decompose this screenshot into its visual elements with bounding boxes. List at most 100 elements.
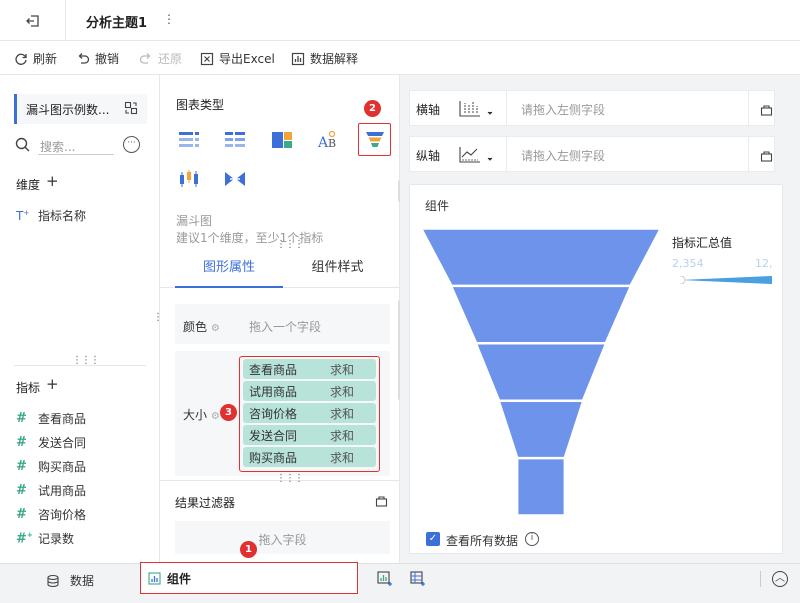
data-tab[interactable]: 数据 [46,572,94,589]
funnel-chart-icon[interactable] [362,127,388,153]
show-all-data-checkbox[interactable]: ✓ [426,532,440,546]
y-axis-placeholder: 请拖入左侧字段 [521,149,606,163]
y-axis-type-icon[interactable] [458,145,494,165]
dimension-title: 维度 [16,178,41,192]
tab-more-icon[interactable]: ⋮ [163,12,175,26]
funnel-segment[interactable] [475,343,607,401]
dimension-field[interactable]: T+ 指标名称 [16,207,86,224]
funnel-segment[interactable] [450,285,632,344]
measure-field[interactable]: # 发送合同 [16,434,86,451]
candlestick-chart-icon[interactable] [176,166,202,192]
component-tab-label: 组件 [167,572,192,586]
measure-title: 指标 [16,381,41,395]
crosstab-chart-icon[interactable] [176,127,202,153]
bottom-divider [760,571,761,587]
show-all-data-label[interactable]: 查看所有数据 [446,532,518,549]
measure-label: 查看商品 [38,412,87,426]
search-icon[interactable] [15,137,30,152]
add-measure-icon[interactable]: + [46,375,59,393]
size-field-list: 查看商品 求和 试用商品 求和 咨询价格 求和 发送合同 求和 购买商品 求和 [239,356,380,472]
measure-field[interactable]: #+ 记录数 [16,530,74,547]
pill-agg: 求和 [329,362,354,377]
dimension-field-label: 指标名称 [38,209,87,223]
step-badge-3: 3 [220,404,237,421]
pill-agg: 求和 [329,428,354,443]
switch-dataset-icon[interactable] [124,101,138,115]
exit-button[interactable] [0,0,66,41]
undo-button[interactable]: 撤销 [76,50,119,67]
y-axis-label: 纵轴 [416,149,441,163]
info-icon[interactable]: i [525,532,539,546]
measure-label: 购买商品 [38,460,87,474]
redo-icon [139,52,151,64]
redo-button[interactable]: 还原 [139,50,182,67]
filter-drop-zone[interactable]: 拖入字段 [175,521,390,554]
treemap-chart-icon[interactable] [269,127,295,153]
size-label: 大小 ⚙ [183,406,220,423]
pill-agg: 求和 [329,450,354,465]
result-filter-title: 结果过滤器 [175,496,236,510]
database-icon [47,574,59,587]
export-excel-button[interactable]: 导出Excel [200,50,275,67]
chart-type-title: 图表类型 [176,98,225,112]
chart-desc-title: 漏斗图 [176,214,213,228]
toolbar [0,41,800,75]
add-table-icon[interactable] [410,571,426,587]
measure-field[interactable]: # 查看商品 [16,410,86,427]
more-options-icon[interactable]: ··· [123,136,140,153]
funnel-segment[interactable] [420,228,662,287]
x-axis-lock-icon[interactable] [760,103,773,116]
record-count-icon: #+ [16,530,33,547]
size-settings-icon[interactable]: ⚙ [211,411,220,422]
measure-label: 发送合同 [38,436,87,450]
measure-icon: # [16,507,27,522]
collapse-up-icon[interactable]: ︿ [772,571,788,587]
data-explain-label: 数据解释 [310,52,359,66]
add-component-icon[interactable] [377,571,393,587]
x-axis-row[interactable]: 横轴 请拖入左侧字段 [409,90,775,127]
axis-divider [748,137,749,173]
pill-field-name: 查看商品 [249,362,298,377]
size-field-pill[interactable]: 购买商品 求和 [243,447,376,467]
pill-field-name: 咨询价格 [249,406,298,421]
undo-label: 撤销 [95,52,120,66]
legend-max-value: 12, [755,257,773,270]
pill-agg: 求和 [329,384,354,399]
filter-lock-icon[interactable] [375,494,388,507]
pill-field-name: 发送合同 [249,428,298,443]
word-cloud-icon[interactable]: AB [315,127,341,153]
y-axis-row[interactable]: 纵轴 请拖入左侧字段 [409,136,775,173]
add-dimension-icon[interactable]: + [46,172,59,190]
size-field-pill[interactable]: 查看商品 求和 [243,359,376,379]
funnel-chart[interactable] [420,225,665,515]
measure-icon: # [16,483,27,498]
measure-label: 试用商品 [38,484,87,498]
search-underline [38,154,114,155]
color-settings-icon[interactable]: ⚙ [211,323,220,334]
size-field-pill[interactable]: 试用商品 求和 [243,381,376,401]
funnel-segment[interactable] [498,400,584,459]
tab-graphic-properties[interactable]: 图形属性 [175,248,283,288]
legend-gradient-bar[interactable] [680,276,772,284]
funnel-segment[interactable] [516,457,566,515]
x-axis-type-icon[interactable] [458,99,494,119]
search-input[interactable]: 搜索... [40,138,75,155]
tab-component-style[interactable]: 组件样式 [285,248,390,288]
size-field-pill[interactable]: 咨询价格 求和 [243,403,376,423]
filter-resize-handle[interactable]: ⋮⋮⋮ [276,473,304,484]
compare-funnel-icon[interactable] [222,166,248,192]
data-explain-button[interactable]: 数据解释 [291,50,358,67]
measure-field[interactable]: # 试用商品 [16,482,86,499]
y-axis-lock-icon[interactable] [760,149,773,162]
measure-icon: # [16,411,27,426]
size-field-pill[interactable]: 发送合同 求和 [243,425,376,445]
component-tab[interactable]: 组件 [148,570,191,587]
pill-field-name: 试用商品 [249,384,298,399]
analysis-tab-title[interactable]: 分析主题1 [86,12,147,31]
refresh-button[interactable]: 刷新 [14,50,57,67]
measure-field[interactable]: # 购买商品 [16,458,86,475]
measure-field[interactable]: # 咨询价格 [16,506,86,523]
detail-table-icon[interactable] [222,127,248,153]
undo-icon [78,52,90,64]
pill-agg: 求和 [329,406,354,421]
